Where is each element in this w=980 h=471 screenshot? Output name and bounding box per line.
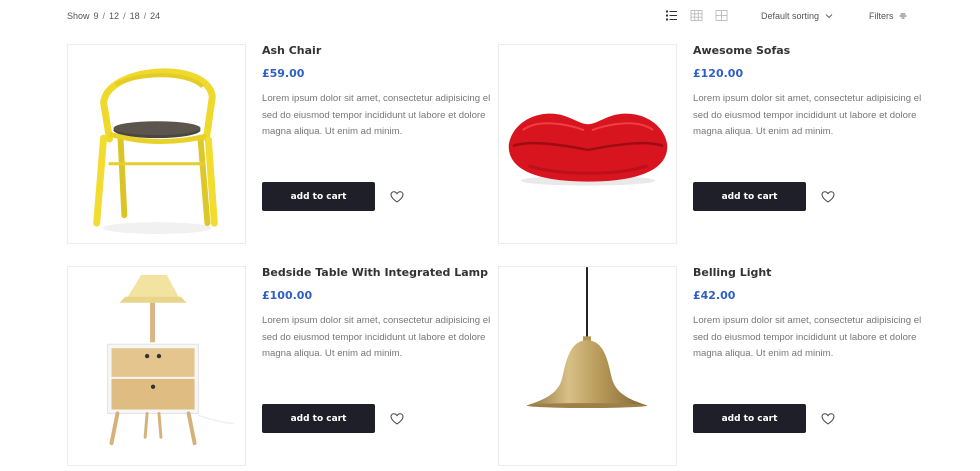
show-option-24[interactable]: 24 (150, 11, 160, 21)
product-info: Ash Chair £59.00 Lorem ipsum dolor sit a… (262, 44, 507, 141)
product-card: Awesome Sofas £120.00 Lorem ipsum dolor … (498, 44, 938, 244)
product-description: Lorem ipsum dolor sit amet, consectetur … (262, 315, 491, 360)
product-price: £100.00 (262, 289, 313, 302)
add-to-cart-button[interactable]: add to cart (693, 404, 806, 433)
product-info: Awesome Sofas £120.00 Lorem ipsum dolor … (693, 44, 938, 141)
list-view-icon[interactable] (665, 9, 678, 22)
bedside-table-image (107, 275, 235, 446)
product-title[interactable]: Ash Chair (262, 44, 507, 58)
product-title[interactable]: Belling Light (693, 266, 938, 280)
add-to-cart-button[interactable]: add to cart (693, 182, 806, 211)
product-info: Bedside Table With Integrated Lamp £100.… (262, 266, 507, 363)
filter-lines-icon (899, 13, 906, 19)
large-grid-view-icon[interactable] (715, 9, 728, 22)
product-actions: add to cart (262, 182, 404, 211)
product-actions: add to cart (262, 404, 404, 433)
shop-toolbar: Show 9 / 12 / 18 / 24 Default sorting Fi… (0, 0, 980, 34)
product-description: Lorem ipsum dolor sit amet, consectetur … (262, 93, 491, 138)
product-card: Bedside Table With Integrated Lamp £100.… (67, 266, 507, 466)
product-card: Ash Chair £59.00 Lorem ipsum dolor sit a… (67, 44, 507, 244)
lips-sofa-image (508, 113, 668, 186)
product-image[interactable] (67, 44, 246, 244)
product-card: Belling Light £42.00 Lorem ipsum dolor s… (498, 266, 938, 466)
product-description: Lorem ipsum dolor sit amet, consectetur … (693, 93, 922, 138)
product-price: £42.00 (693, 289, 736, 302)
product-title[interactable]: Bedside Table With Integrated Lamp (262, 266, 507, 280)
chevron-down-icon (825, 14, 833, 19)
heart-icon[interactable] (821, 412, 835, 426)
heart-icon[interactable] (821, 190, 835, 204)
sort-label: Default sorting (761, 11, 820, 21)
product-price: £120.00 (693, 67, 744, 80)
sort-dropdown[interactable]: Default sorting (761, 11, 833, 21)
show-option-12[interactable]: 12 (109, 11, 119, 21)
chair-image (93, 68, 218, 234)
pendant-light-image (526, 267, 648, 409)
add-to-cart-button[interactable]: add to cart (262, 404, 375, 433)
product-image[interactable] (498, 266, 677, 466)
add-to-cart-button[interactable]: add to cart (262, 182, 375, 211)
show-label: Show (67, 11, 90, 21)
filters-label: Filters (869, 11, 894, 21)
heart-icon[interactable] (390, 412, 404, 426)
product-actions: add to cart (693, 404, 835, 433)
heart-icon[interactable] (390, 190, 404, 204)
product-actions: add to cart (693, 182, 835, 211)
product-info: Belling Light £42.00 Lorem ipsum dolor s… (693, 266, 938, 363)
product-image[interactable] (67, 266, 246, 466)
grid-view-icon[interactable] (690, 9, 703, 22)
product-image[interactable] (498, 44, 677, 244)
filters-toggle[interactable]: Filters (869, 11, 907, 21)
products-per-page: Show 9 / 12 / 18 / 24 (67, 11, 161, 21)
show-option-18[interactable]: 18 (130, 11, 140, 21)
product-title[interactable]: Awesome Sofas (693, 44, 938, 58)
product-description: Lorem ipsum dolor sit amet, consectetur … (693, 315, 922, 360)
product-price: £59.00 (262, 67, 305, 80)
show-option-9[interactable]: 9 (94, 11, 99, 21)
